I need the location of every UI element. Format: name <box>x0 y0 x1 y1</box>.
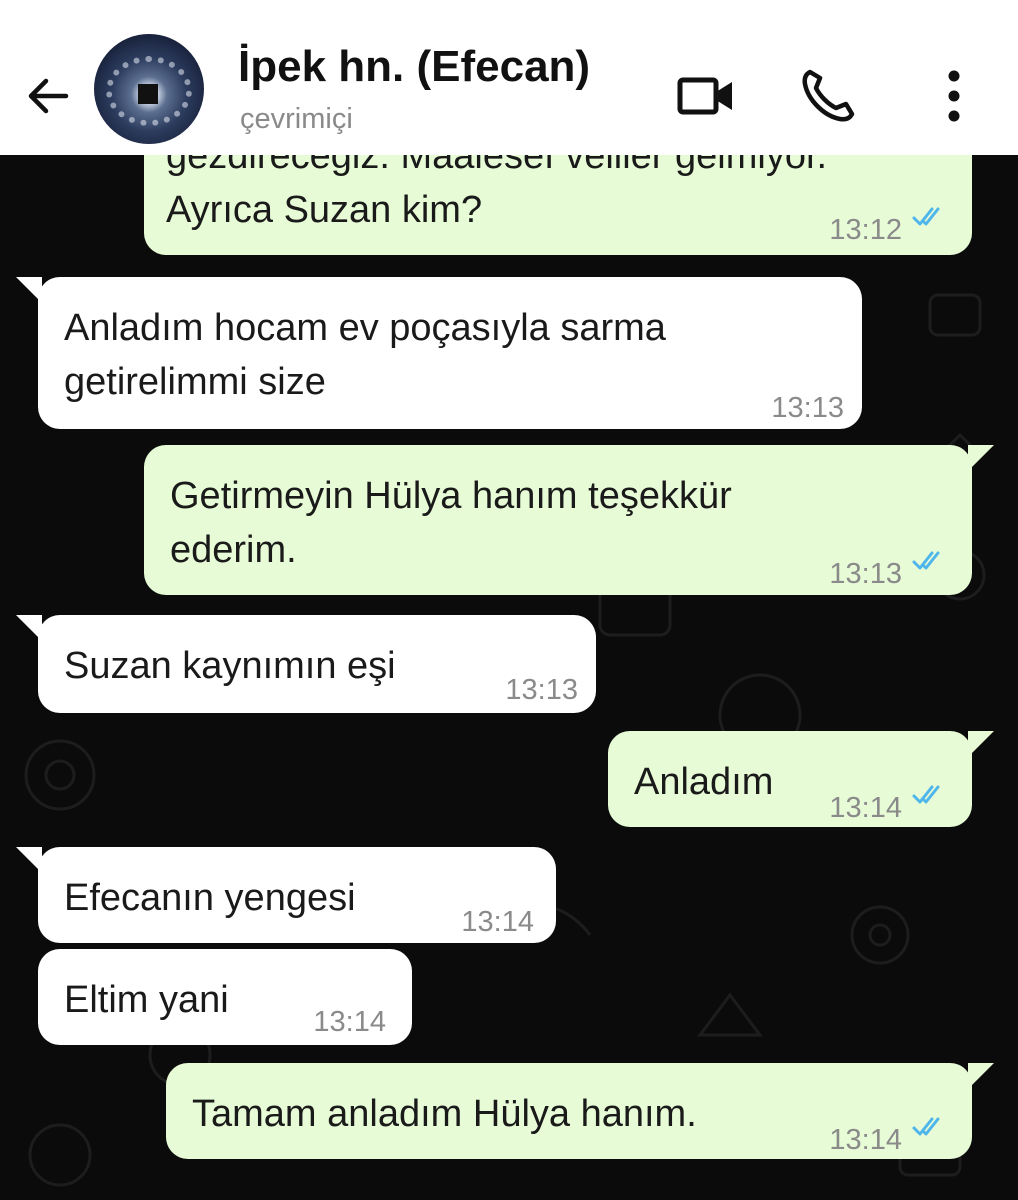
message-bubble-incoming[interactable]: Efecanın yengesi 13:14 <box>16 847 556 943</box>
message-text: gezdireceğiz. Maalesef veliler gelmiyor.… <box>166 155 827 237</box>
message-text: Anladım hocam ev poçasıyla sarma getirel… <box>64 301 666 409</box>
message-bubble-incoming[interactable]: Suzan kaynımın eşi 13:13 <box>16 615 596 713</box>
message-timestamp: 13:13 <box>829 558 902 590</box>
avatar[interactable] <box>94 34 204 144</box>
message-bubble-incoming[interactable]: Eltim yani 13:14 <box>38 949 412 1045</box>
read-receipt-icon <box>912 551 940 570</box>
chat-header: İpek hn. (Efecan) çevrimiçi <box>0 0 1018 155</box>
contact-name[interactable]: İpek hn. (Efecan) <box>238 42 590 92</box>
message-bubble-outgoing[interactable]: Getirmeyin Hülya hanım teşekkür ederim. … <box>144 445 994 595</box>
message-text: Getirmeyin Hülya hanım teşekkür ederim. <box>170 469 732 577</box>
message-timestamp: 13:13 <box>771 392 844 424</box>
message-text: Suzan kaynımın eşi <box>64 639 396 693</box>
message-line: Eltim yani <box>64 979 229 1021</box>
message-line: gezdireceğiz. Maalesef veliler gelmiyor. <box>166 155 828 177</box>
back-arrow-icon[interactable] <box>22 70 74 122</box>
message-text: Anladım <box>634 755 773 809</box>
message-text: Eltim yani <box>64 973 229 1027</box>
message-line: Anladım hocam ev poçasıyla sarma <box>64 307 666 349</box>
message-line: ederim. <box>170 529 297 571</box>
message-bubble-outgoing[interactable]: Tamam anladım Hülya hanım. 13:14 <box>166 1063 994 1159</box>
contact-status: çevrimiçi <box>240 103 353 135</box>
message-line: Getirmeyin Hülya hanım teşekkür <box>170 475 732 517</box>
phone-icon[interactable] <box>796 64 860 128</box>
message-bubble-incoming[interactable]: Anladım hocam ev poçasıyla sarma getirel… <box>16 277 862 429</box>
message-timestamp: 13:12 <box>829 214 902 246</box>
read-receipt-icon <box>912 207 940 226</box>
message-line: getirelimmi size <box>64 361 326 403</box>
message-line: Suzan kaynımın eşi <box>64 645 396 687</box>
message-bubble-outgoing[interactable]: gezdireceğiz. Maalesef veliler gelmiyor.… <box>144 155 972 255</box>
message-line: Ayrıca Suzan kim? <box>166 189 483 231</box>
message-timestamp: 13:14 <box>829 792 902 824</box>
message-line: Tamam anladım Hülya hanım. <box>192 1093 697 1135</box>
read-receipt-icon <box>912 1117 940 1136</box>
read-receipt-icon <box>912 785 940 804</box>
message-timestamp: 13:14 <box>313 1006 386 1038</box>
message-bubble-outgoing[interactable]: Anladım 13:14 <box>608 731 994 827</box>
more-vert-icon[interactable] <box>922 64 986 128</box>
chat-area[interactable]: gezdireceğiz. Maalesef veliler gelmiyor.… <box>0 155 1018 1200</box>
message-text: Tamam anladım Hülya hanım. <box>192 1087 697 1141</box>
message-timestamp: 13:14 <box>461 906 534 938</box>
message-timestamp: 13:14 <box>829 1124 902 1156</box>
message-text: Efecanın yengesi <box>64 871 356 925</box>
message-line: Efecanın yengesi <box>64 877 356 919</box>
video-call-icon[interactable] <box>674 64 738 128</box>
message-line: Anladım <box>634 761 774 803</box>
message-timestamp: 13:13 <box>505 674 578 706</box>
